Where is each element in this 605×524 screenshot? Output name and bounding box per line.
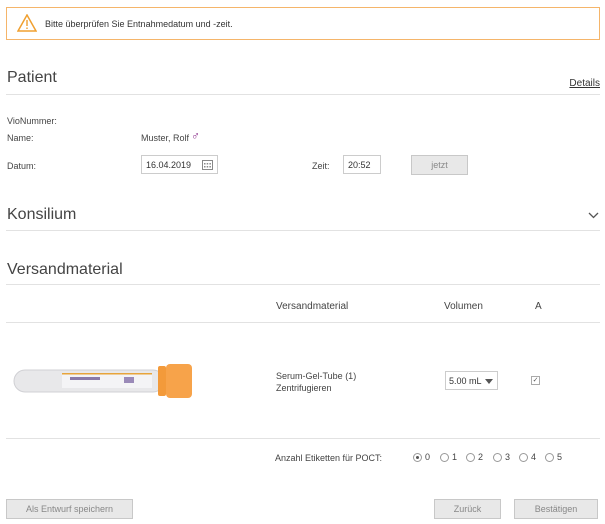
radio-label: 4 xyxy=(531,452,537,462)
radio-label: 5 xyxy=(557,452,563,462)
dropdown-arrow-icon xyxy=(485,379,493,384)
volume-select[interactable]: 5.00 mL xyxy=(445,371,498,390)
divider xyxy=(6,230,600,231)
confirm-button[interactable]: Bestätigen xyxy=(514,499,598,519)
poct-radio-3[interactable]: 3 xyxy=(493,452,510,462)
column-header-volumen: Volumen xyxy=(444,301,483,312)
vio-label: VioNummer: xyxy=(7,116,57,126)
date-label: Datum: xyxy=(7,161,37,171)
radio-icon[interactable] xyxy=(493,452,502,462)
details-link[interactable]: Details xyxy=(569,78,600,89)
radio-icon[interactable] xyxy=(440,452,449,462)
radio-icon[interactable] xyxy=(519,452,528,462)
divider xyxy=(6,438,600,439)
chevron-down-icon[interactable] xyxy=(588,212,599,219)
volume-value: 5.00 mL xyxy=(449,376,482,386)
column-header-versandmaterial: Versandmaterial xyxy=(276,301,349,312)
save-draft-button[interactable]: Als Entwurf speichern xyxy=(6,499,133,519)
versand-heading: Versandmaterial xyxy=(7,261,123,278)
radio-icon[interactable] xyxy=(545,452,554,462)
divider xyxy=(6,322,600,323)
radio-selected-icon[interactable] xyxy=(413,452,422,462)
radio-label: 1 xyxy=(452,452,458,462)
material-name: Serum-Gel-Tube (1) xyxy=(276,371,357,381)
poct-radio-2[interactable]: 2 xyxy=(466,452,483,462)
date-input[interactable]: 16.04.2019 xyxy=(141,155,218,174)
poct-radio-5[interactable]: 5 xyxy=(545,452,562,462)
konsilium-heading[interactable]: Konsilium xyxy=(7,206,76,224)
radio-label: 0 xyxy=(425,452,431,462)
divider xyxy=(6,284,600,285)
poct-radio-0[interactable]: 0 xyxy=(413,452,430,462)
poct-radio-1[interactable]: 1 xyxy=(440,452,457,462)
now-button[interactable]: jetzt xyxy=(411,155,468,175)
material-note: Zentrifugieren xyxy=(276,383,332,393)
divider xyxy=(6,94,600,95)
calendar-icon[interactable] xyxy=(202,159,213,170)
a-checkbox[interactable]: ✓ xyxy=(531,376,540,385)
time-label: Zeit: xyxy=(312,161,330,171)
date-value: 16.04.2019 xyxy=(146,160,192,170)
alert-message: Bitte überprüfen Sie Entnahmedatum und -… xyxy=(45,19,233,29)
radio-label: 3 xyxy=(505,452,511,462)
alert-banner: Bitte überprüfen Sie Entnahmedatum und -… xyxy=(6,7,600,40)
patient-name: Muster, Rolf xyxy=(141,133,190,143)
column-header-a: A xyxy=(535,301,542,312)
patient-heading: Patient xyxy=(7,69,57,86)
serum-gel-tube-image xyxy=(13,364,192,398)
time-input[interactable]: 20:52 xyxy=(343,155,381,174)
poct-radio-4[interactable]: 4 xyxy=(519,452,536,462)
warning-icon xyxy=(17,14,37,32)
radio-label: 2 xyxy=(478,452,484,462)
name-label: Name: xyxy=(7,133,34,143)
male-icon: ♂ xyxy=(191,129,200,143)
back-button[interactable]: Zurück xyxy=(434,499,501,519)
poct-label: Anzahl Etiketten für POCT: xyxy=(275,453,383,463)
radio-icon[interactable] xyxy=(466,452,475,462)
